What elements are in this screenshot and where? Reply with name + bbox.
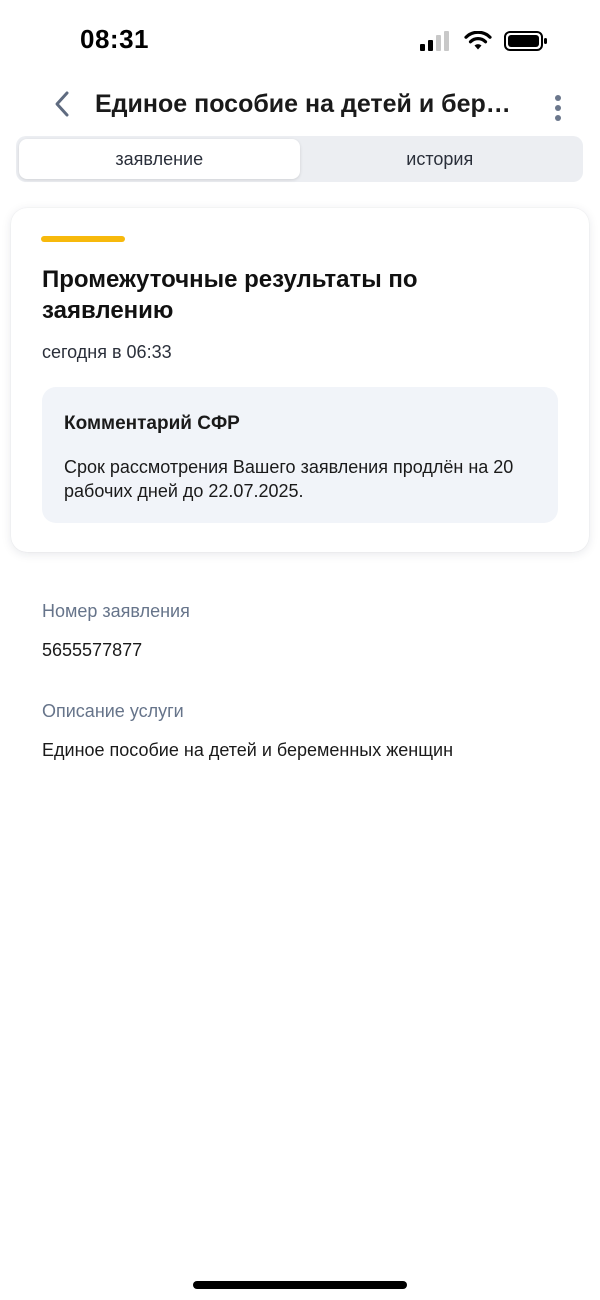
- service-description-label: Описание услуги: [42, 701, 184, 721]
- battery-icon: [504, 31, 547, 51]
- tab-history[interactable]: история: [300, 139, 581, 179]
- header: Единое пособие на детей и бере...: [0, 80, 600, 132]
- service-description-value: Единое пособие на детей и беременных жен…: [42, 740, 454, 760]
- cellular-signal-icon: [420, 31, 449, 51]
- comment-box: Комментарий СФР Срок рассмотрения Вашего…: [42, 387, 558, 523]
- screen: 08:31 Единое пособие на детей и бере... …: [0, 0, 600, 1300]
- status-icons: [420, 28, 548, 54]
- card-title: Промежуточные результаты по заявлению: [42, 266, 418, 324]
- status-bar: 08:31: [0, 0, 600, 80]
- comment-title: Комментарий СФР: [64, 413, 240, 434]
- tab-switcher: заявление история: [16, 136, 583, 182]
- comment-text: Срок рассмотрения Вашего заявления продл…: [64, 457, 514, 501]
- page-title: Единое пособие на детей и бере...: [95, 90, 520, 118]
- chevron-left-icon: [55, 91, 69, 117]
- tab-application[interactable]: заявление: [19, 139, 300, 179]
- status-card: Промежуточные результаты по заявлению се…: [11, 208, 589, 552]
- status-time: 08:31: [80, 24, 149, 54]
- application-number-label: Номер заявления: [42, 601, 190, 621]
- status-accent-bar: [41, 236, 125, 242]
- more-menu-button[interactable]: [546, 88, 570, 128]
- more-vertical-icon: [555, 95, 561, 121]
- back-button[interactable]: [44, 86, 80, 122]
- card-date: сегодня в 06:33: [42, 342, 172, 362]
- home-indicator[interactable]: [193, 1281, 407, 1289]
- application-number-value: 5655577877: [42, 640, 143, 660]
- wifi-icon: [464, 31, 492, 50]
